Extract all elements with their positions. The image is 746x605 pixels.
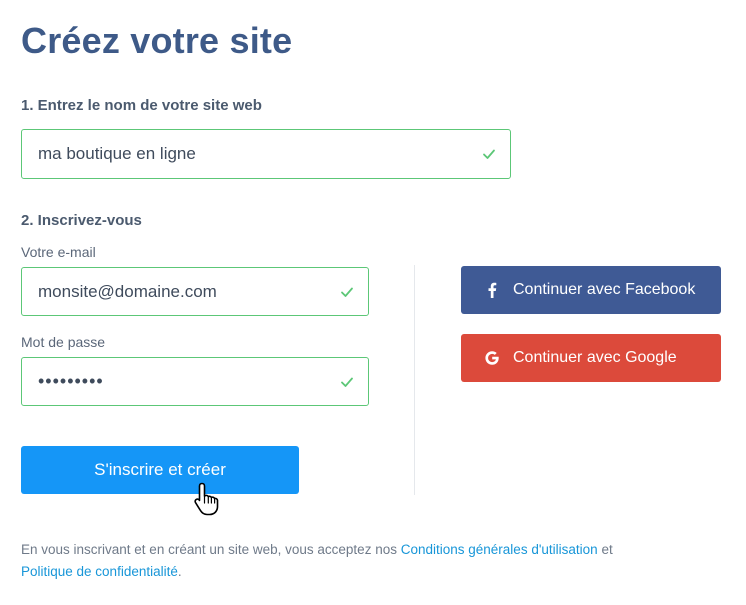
- column-divider: [414, 265, 415, 495]
- facebook-icon: [483, 281, 501, 299]
- site-name-input[interactable]: ma boutique en ligne: [21, 129, 511, 179]
- email-label: Votre e-mail: [21, 244, 96, 260]
- legal-prefix: En vous inscrivant et en créant un site …: [21, 542, 397, 557]
- signup-create-button[interactable]: S'inscrire et créer: [21, 446, 299, 494]
- signup-page: Créez votre site 1. Entrez le nom de vot…: [0, 0, 746, 605]
- password-value: •••••••••: [38, 371, 104, 391]
- google-login-button[interactable]: Continuer avec Google: [461, 334, 721, 382]
- step1-label: 1. Entrez le nom de votre site web: [21, 97, 262, 114]
- email-field[interactable]: monsite@domaine.com: [21, 267, 369, 316]
- legal-middle: et: [601, 542, 613, 557]
- check-icon: [483, 149, 495, 159]
- site-name-value: ma boutique en ligne: [38, 144, 196, 163]
- password-label: Mot de passe: [21, 334, 106, 350]
- email-value: monsite@domaine.com: [38, 281, 217, 301]
- facebook-login-label: Continuer avec Facebook: [513, 281, 696, 298]
- legal-notice: En vous inscrivant et en créant un site …: [21, 539, 721, 583]
- terms-link[interactable]: Conditions générales d'utilisation: [401, 542, 598, 557]
- check-icon: [341, 287, 353, 297]
- legal-suffix: .: [177, 564, 182, 579]
- step2-label: 2. Inscrivez-vous: [21, 212, 142, 229]
- password-field[interactable]: •••••••••: [21, 357, 369, 406]
- google-icon: [483, 349, 501, 367]
- signup-create-label: S'inscrire et créer: [94, 460, 226, 479]
- check-icon: [341, 377, 353, 387]
- google-login-label: Continuer avec Google: [513, 349, 677, 366]
- privacy-link[interactable]: Politique de confidentialité: [21, 564, 178, 579]
- facebook-login-button[interactable]: Continuer avec Facebook: [461, 266, 721, 314]
- hand-pointer-cursor: [194, 482, 219, 516]
- page-title: Créez votre site: [21, 20, 293, 61]
